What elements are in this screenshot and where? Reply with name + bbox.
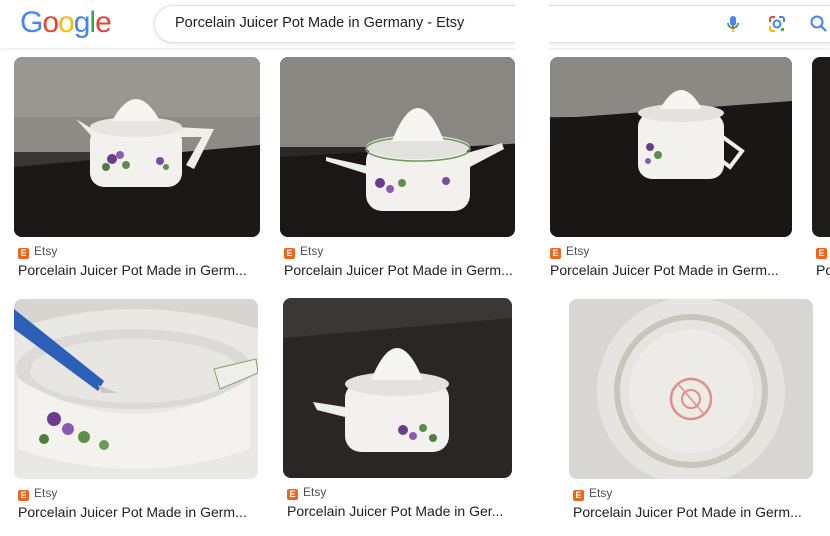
- etsy-favicon-icon: E: [573, 490, 584, 501]
- source-name: Etsy: [566, 244, 590, 258]
- result-title[interactable]: Porcelain Juicer Pot Made in Germ...: [550, 262, 790, 278]
- etsy-favicon-icon: E: [284, 248, 295, 259]
- result-source[interactable]: E: [816, 244, 830, 259]
- header: Google Porcelain Juicer Pot Made in Germ…: [0, 0, 830, 48]
- result-source[interactable]: E Etsy: [18, 244, 57, 259]
- pot-bottom-photo: [569, 299, 813, 479]
- etsy-favicon-icon: E: [816, 248, 827, 259]
- search-input[interactable]: Porcelain Juicer Pot Made in Germany - E…: [175, 15, 464, 31]
- etsy-favicon-icon: E: [18, 248, 29, 259]
- result-source[interactable]: E Etsy: [287, 485, 326, 500]
- source-name: Etsy: [34, 244, 58, 258]
- google-lens-icon[interactable]: [767, 14, 787, 34]
- logo-letter: g: [73, 6, 91, 39]
- pot-interior-photo: [14, 299, 258, 479]
- result-image[interactable]: [550, 57, 792, 237]
- result-image[interactable]: [812, 57, 830, 237]
- result-title[interactable]: Porcelain Juicer Pot Made in Germ...: [18, 262, 258, 278]
- search-box[interactable]: Porcelain Juicer Pot Made in Germany - E…: [154, 5, 830, 43]
- result-title[interactable]: Porcelain Juicer Pot Made in Germ...: [573, 504, 813, 520]
- mic-icon[interactable]: [723, 14, 743, 34]
- result-source[interactable]: E Etsy: [550, 244, 589, 259]
- etsy-favicon-icon: E: [18, 490, 29, 501]
- search-icon[interactable]: [809, 14, 829, 34]
- source-name: Etsy: [34, 486, 58, 500]
- source-name: Etsy: [300, 244, 324, 258]
- teapot-photo: [14, 57, 260, 237]
- result-source[interactable]: E Etsy: [573, 486, 612, 501]
- logo-letter: G: [20, 6, 43, 39]
- teapot-photo: [283, 298, 512, 478]
- etsy-favicon-icon: E: [550, 248, 561, 259]
- logo-letter: o: [42, 6, 59, 39]
- google-logo[interactable]: Google: [20, 6, 112, 40]
- result-title[interactable]: Porcelain Juicer Pot Made in Germ...: [18, 504, 258, 520]
- result-source[interactable]: E Etsy: [284, 244, 323, 259]
- source-name: Etsy: [303, 485, 327, 499]
- logo-letter: o: [58, 6, 75, 39]
- layout-gap: [515, 0, 549, 536]
- result-image[interactable]: [14, 57, 260, 237]
- logo-letter: e: [95, 6, 112, 39]
- etsy-favicon-icon: E: [287, 489, 298, 500]
- result-title[interactable]: Porcelain Juicer Pot Made in Ger...: [287, 503, 513, 519]
- result-title[interactable]: Po: [816, 262, 830, 278]
- source-name: Etsy: [589, 486, 613, 500]
- result-image[interactable]: [14, 299, 258, 479]
- result-image[interactable]: [569, 299, 813, 479]
- result-title[interactable]: Porcelain Juicer Pot Made in Germ...: [284, 262, 516, 278]
- teapot-photo: [550, 57, 792, 237]
- result-image[interactable]: [283, 298, 512, 478]
- result-source[interactable]: E Etsy: [18, 486, 57, 501]
- result-image[interactable]: [280, 57, 515, 237]
- teapot-photo: [280, 57, 515, 237]
